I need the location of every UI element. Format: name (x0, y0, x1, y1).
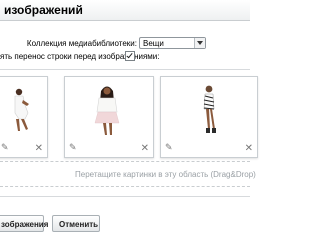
image-card-2[interactable]: ✎ ✕ (64, 76, 154, 158)
cancel-button[interactable]: Отменить (52, 215, 100, 232)
fashion-model-image-1 (14, 88, 29, 131)
dialog-titlebar: изображений (0, 0, 250, 21)
fashion-model-image-2 (94, 86, 120, 135)
close-icon[interactable]: ✕ (35, 143, 43, 154)
image-thumbnail-3 (169, 83, 249, 137)
collection-row: Коллекция медиабиблиотеки: Вещи (0, 37, 250, 51)
dropzone-text: Перетащите картинки в эту область (Drag&… (75, 170, 256, 179)
fashion-model-image-3 (203, 85, 216, 133)
image-thumbnail-1 (5, 83, 39, 137)
collection-selected-value: Вещи (143, 39, 164, 48)
line-break-row: ять перенос строки перед изображениями: (0, 51, 250, 64)
pencil-icon[interactable]: ✎ (69, 142, 77, 153)
save-images-button[interactable]: зображения (0, 215, 48, 232)
image-card-1[interactable]: ✎ ✕ (0, 76, 48, 158)
collection-label: Коллекция медиабиблиотеки: (26, 39, 137, 48)
pencil-icon[interactable]: ✎ (1, 142, 9, 153)
collection-select[interactable]: Вещи (139, 37, 206, 49)
image-card-3[interactable]: ✎ ✕ (160, 76, 258, 158)
dialog-footer: зображения Отменить (0, 196, 250, 251)
line-break-label: ять перенос строки перед изображениями: (0, 52, 160, 61)
close-icon[interactable]: ✕ (141, 143, 149, 154)
line-break-checkbox[interactable] (125, 51, 135, 61)
chevron-down-icon (194, 38, 205, 48)
dialog-title: изображений (4, 3, 83, 17)
drag-drop-zone[interactable]: Перетащите картинки в эту область (Drag&… (0, 161, 256, 187)
gallery-area: ✎ ✕ ✎ ✕ ✎ ✕ Перетащите картинки в эту об… (0, 69, 258, 187)
settings-panel: Коллекция медиабиблиотеки: Вещи ять пере… (0, 31, 250, 71)
image-thumbnail-2 (73, 83, 145, 137)
close-icon[interactable]: ✕ (245, 143, 253, 154)
pencil-icon[interactable]: ✎ (165, 142, 173, 153)
